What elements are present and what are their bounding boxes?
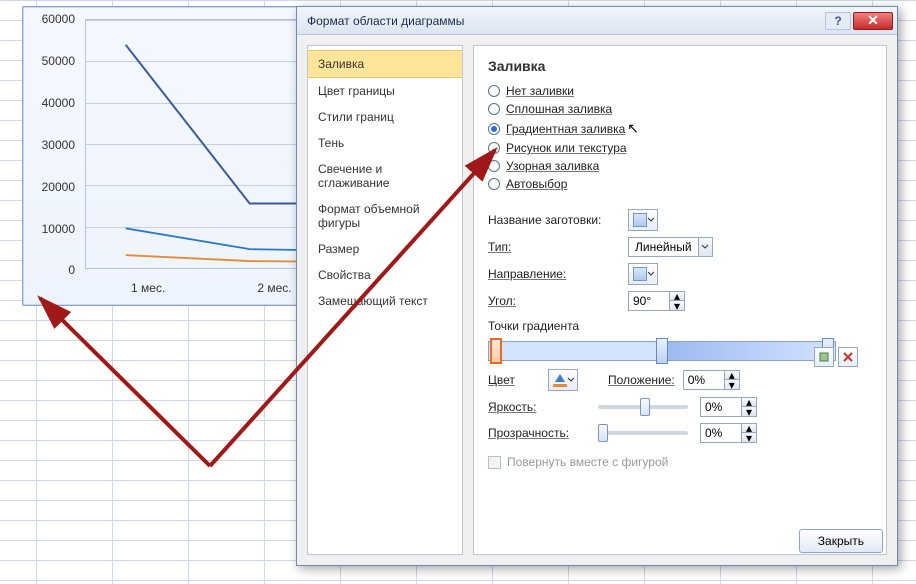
add-stop-button[interactable] [814,347,834,367]
sidebar-item-alt-text[interactable]: Замещающий текст [308,288,462,314]
format-chart-area-dialog: Формат области диаграммы ? ✕ Заливка Цве… [296,6,898,566]
color-label: Цвет [488,373,548,387]
help-button[interactable]: ? [825,12,851,30]
transparency-label: Прозрачность: [488,426,598,440]
sidebar-item-glow[interactable]: Свечение и сглаживание [308,156,462,196]
panel-heading: Заливка [488,58,872,74]
sidebar-item-fill[interactable]: Заливка [308,50,462,78]
angle-spinner[interactable]: 90°▴▾ [628,291,685,311]
sidebar-item-size[interactable]: Размер [308,236,462,262]
ytick: 60000 [23,12,81,26]
radio-no-fill[interactable] [488,85,500,97]
ytick: 30000 [23,138,81,152]
radio-automatic[interactable] [488,178,500,190]
sidebar-item-shadow[interactable]: Тень [308,130,462,156]
rotate-with-shape-label: Повернуть вместе с фигурой [507,455,668,469]
type-label: Тип: [488,240,628,254]
position-label: Положение: [608,373,675,387]
sidebar-item-border-color[interactable]: Цвет границы [308,78,462,104]
category-sidebar: Заливка Цвет границы Стили границ Тень С… [307,45,463,555]
transparency-slider[interactable] [598,423,688,443]
brightness-label: Яркость: [488,400,598,414]
gradient-stop-2[interactable] [656,338,668,364]
sidebar-item-properties[interactable]: Свойства [308,262,462,288]
angle-label: Угол: [488,294,628,308]
type-dropdown[interactable]: Линейный [628,237,713,257]
radio-gradient-fill[interactable] [488,123,500,135]
preset-label: Название заготовки: [488,213,628,227]
transparency-spinner[interactable]: 0%▴▾ [700,423,757,443]
ytick: 40000 [23,96,81,110]
radio-pattern-fill[interactable] [488,160,500,172]
preset-dropdown[interactable] [628,209,658,231]
brightness-slider[interactable] [598,397,688,417]
ytick: 20000 [23,180,81,194]
main-panel: Заливка Нет заливки Сплошная заливка Гра… [473,45,887,555]
ytick: 50000 [23,54,81,68]
remove-stop-button[interactable] [838,347,858,367]
sidebar-item-border-styles[interactable]: Стили границ [308,104,462,130]
sidebar-item-3d-format[interactable]: Формат объемной фигуры [308,196,462,236]
close-icon[interactable]: ✕ [853,12,893,30]
ytick: 0 [23,263,81,277]
brightness-spinner[interactable]: 0%▴▾ [700,397,757,417]
ytick: 10000 [23,222,81,236]
gradient-stops-label: Точки градиента [488,319,872,333]
direction-label: Направление: [488,267,628,281]
position-spinner[interactable]: 0%▴▾ [683,370,740,390]
rotate-with-shape-checkbox [488,456,501,469]
radio-solid-fill[interactable] [488,103,500,115]
close-button[interactable]: Закрыть [799,529,883,553]
dialog-title: Формат области диаграммы [307,14,823,28]
radio-picture-fill[interactable] [488,142,500,154]
color-dropdown[interactable] [548,369,578,391]
titlebar[interactable]: Формат области диаграммы ? ✕ [297,7,897,35]
gradient-track[interactable] [488,341,836,361]
direction-dropdown[interactable] [628,263,658,285]
cursor-icon: ↖ [627,120,639,137]
gradient-stop-1[interactable] [490,338,502,364]
